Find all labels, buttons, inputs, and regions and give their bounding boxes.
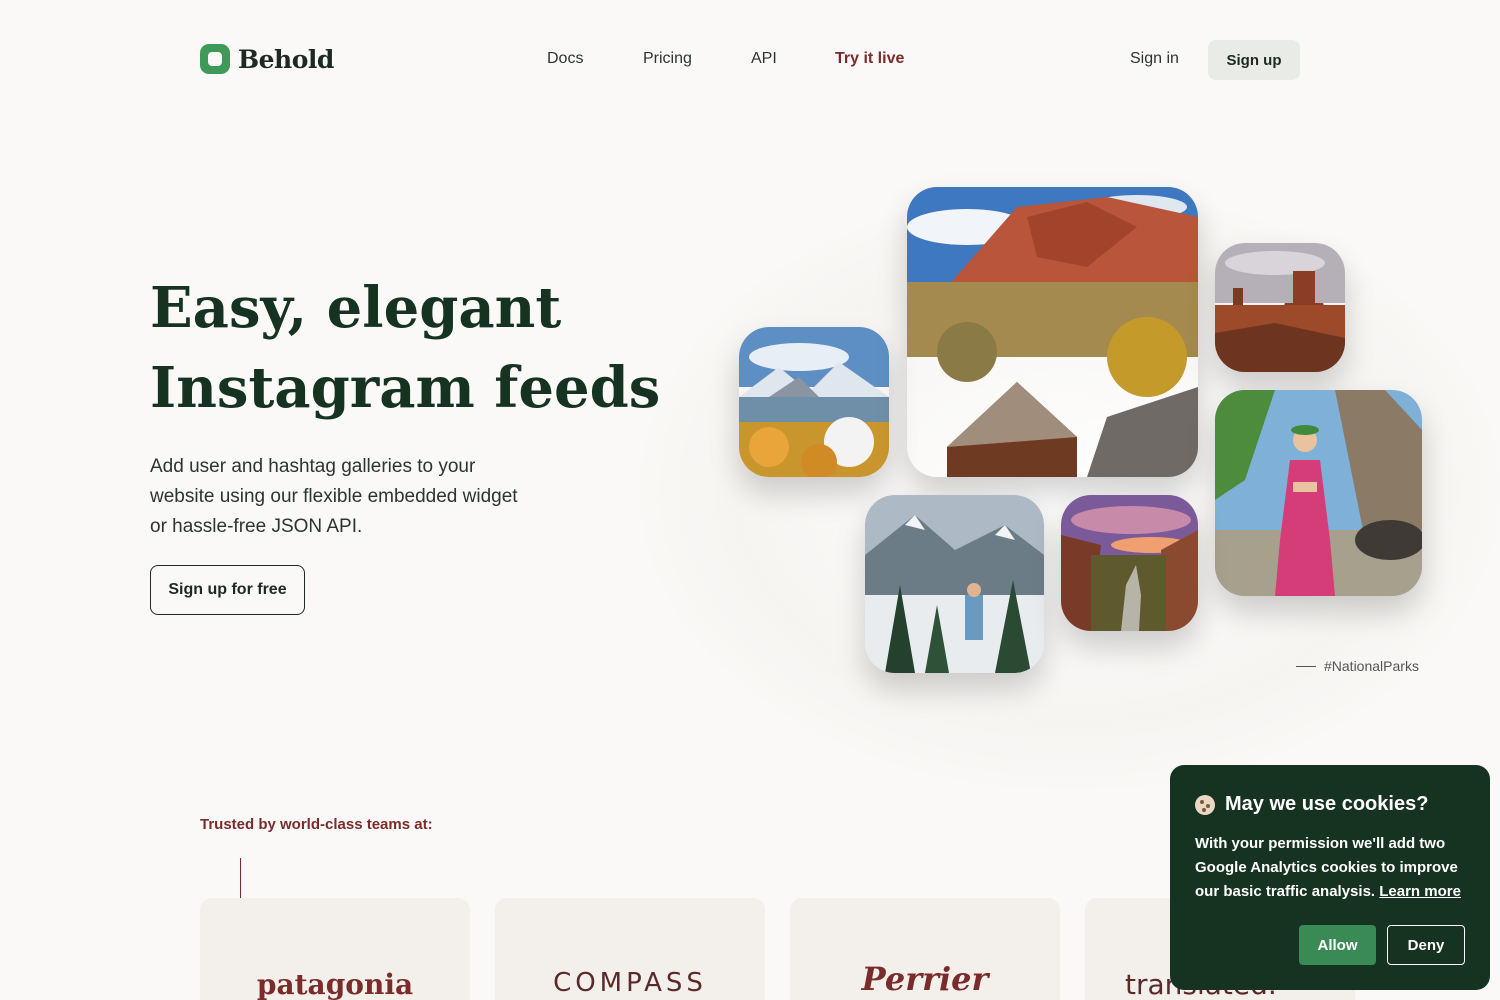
nav-docs[interactable]: Docs — [547, 50, 583, 68]
nav-api[interactable]: API — [751, 50, 777, 68]
brand-logo-compass: COMPASS — [553, 968, 707, 998]
brand-card-compass: COMPASS — [495, 898, 765, 1000]
cookie-icon — [1195, 794, 1215, 815]
red-cliff-barn-photo — [907, 187, 1198, 477]
brand-card-patagonia: patagonia — [200, 898, 470, 1000]
hero-title-line-1: Easy, elegant — [150, 275, 562, 341]
logo-text: Behold — [238, 44, 334, 74]
cookie-title: May we use cookies? — [1225, 793, 1429, 815]
brand-logo-patagonia: patagonia — [256, 968, 414, 1000]
logo[interactable]: Behold — [200, 44, 334, 74]
brand-card-perrier: Perrier — [790, 898, 1060, 1000]
hero-subtitle: Add user and hashtag galleries to your w… — [150, 456, 518, 537]
cookie-body: With your permission we'll add two Googl… — [1195, 832, 1465, 904]
trusted-label: Trusted by world-class teams at: — [200, 816, 433, 833]
snowy-lake-photo — [739, 327, 889, 477]
behold-logo-icon — [200, 44, 230, 74]
nav-try-it-live[interactable]: Try it live — [835, 50, 904, 68]
cookie-deny-button[interactable]: Deny — [1387, 925, 1465, 965]
signin-link[interactable]: Sign in — [1130, 50, 1179, 68]
cookie-allow-button[interactable]: Allow — [1299, 925, 1376, 965]
desert-butte-photo — [1215, 243, 1345, 372]
cookie-header: May we use cookies? — [1195, 793, 1465, 816]
palm-dress-photo — [1215, 390, 1422, 596]
hero-title-line-2: Instagram feeds — [150, 355, 661, 421]
mountain-hiker-photo — [865, 495, 1044, 673]
cookie-banner: May we use cookies? With your permission… — [1170, 765, 1490, 990]
brand-logo-perrier: Perrier — [861, 960, 989, 998]
hero-title: Easy, elegant Instagram feeds — [150, 268, 710, 428]
nav-pricing[interactable]: Pricing — [643, 50, 692, 68]
hashtag-caption: #NationalParks — [1296, 658, 1419, 674]
site-header: Behold Docs Pricing API Try it live Sign… — [0, 0, 1500, 120]
signup-free-button[interactable]: Sign up for free — [150, 565, 305, 615]
signup-button[interactable]: Sign up — [1208, 40, 1300, 80]
canyon-river-photo — [1061, 495, 1198, 631]
cookie-learn-more-link[interactable]: Learn more — [1379, 883, 1461, 900]
